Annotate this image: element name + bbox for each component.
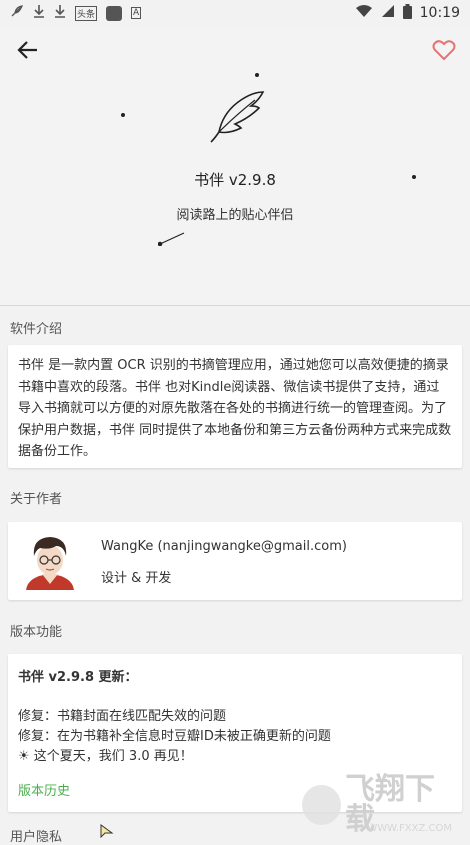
author-role: 设计 & 开发 <box>101 571 172 586</box>
watermark-subtext: WWW.FXXZ.COM <box>367 823 452 834</box>
intro-text: 书伴 是一款内置 OCR 识别的书摘管理应用，通过她您可以高效便捷的摘录书籍中喜… <box>18 358 452 459</box>
divider <box>0 305 470 306</box>
quill-feather-icon <box>210 91 265 143</box>
avatar <box>22 532 78 590</box>
download-icon <box>33 4 45 22</box>
version-line: 修复：在为书籍补全信息时豆瓣ID未被正确更新的问题 <box>18 729 331 744</box>
decor-dot <box>255 73 259 77</box>
heart-outline-icon <box>432 40 456 61</box>
watermark-circle-icon <box>302 785 341 825</box>
section-title-version: 版本功能 <box>10 625 63 640</box>
favorite-button[interactable] <box>428 34 460 66</box>
about-header: 书伴 v2.9.8 阅读路上的贴心伴侣 <box>0 26 470 305</box>
status-bar-right: 10:19 <box>355 3 460 23</box>
version-history-link[interactable]: 版本历史 <box>18 780 70 799</box>
signal-icon <box>381 4 395 22</box>
app-logo <box>205 86 265 146</box>
wifi-icon <box>355 4 373 22</box>
section-title-author: 关于作者 <box>10 492 63 507</box>
battery-icon <box>402 3 412 23</box>
a-icon: A <box>131 7 142 19</box>
version-line: ☀ 这个夏天，我们 3.0 再见！ <box>18 749 193 764</box>
status-bar-left: 头条 A <box>10 4 142 22</box>
app-slogan: 阅读路上的贴心伴侣 <box>176 208 294 223</box>
intro-card: 书伴 是一款内置 OCR 识别的书摘管理应用，通过她您可以高效便捷的摘录书籍中喜… <box>8 345 462 468</box>
decor-comet <box>157 230 188 250</box>
status-bar: 头条 A 10:19 <box>0 0 470 26</box>
download-icon <box>54 4 66 22</box>
status-time: 10:19 <box>419 5 460 21</box>
decor-dot <box>121 113 125 117</box>
square-icon <box>106 5 123 21</box>
cursor-icon <box>100 823 114 842</box>
back-button[interactable] <box>12 34 44 66</box>
section-title-intro: 软件介绍 <box>10 322 63 337</box>
author-card[interactable]: WangKe (nanjingwangke@gmail.com) 设计 & 开发 <box>8 522 462 600</box>
feather-icon <box>10 4 24 22</box>
app-title: 书伴 v2.9.8 <box>194 171 276 189</box>
toutiao-icon: 头条 <box>75 5 98 21</box>
arrow-left-icon <box>17 41 37 59</box>
version-heading: 书伴 v2.9.8 更新： <box>18 670 138 685</box>
author-name: WangKe (nanjingwangke@gmail.com) <box>101 539 347 554</box>
version-line: 修复：书籍封面在线匹配失效的问题 <box>18 709 227 724</box>
